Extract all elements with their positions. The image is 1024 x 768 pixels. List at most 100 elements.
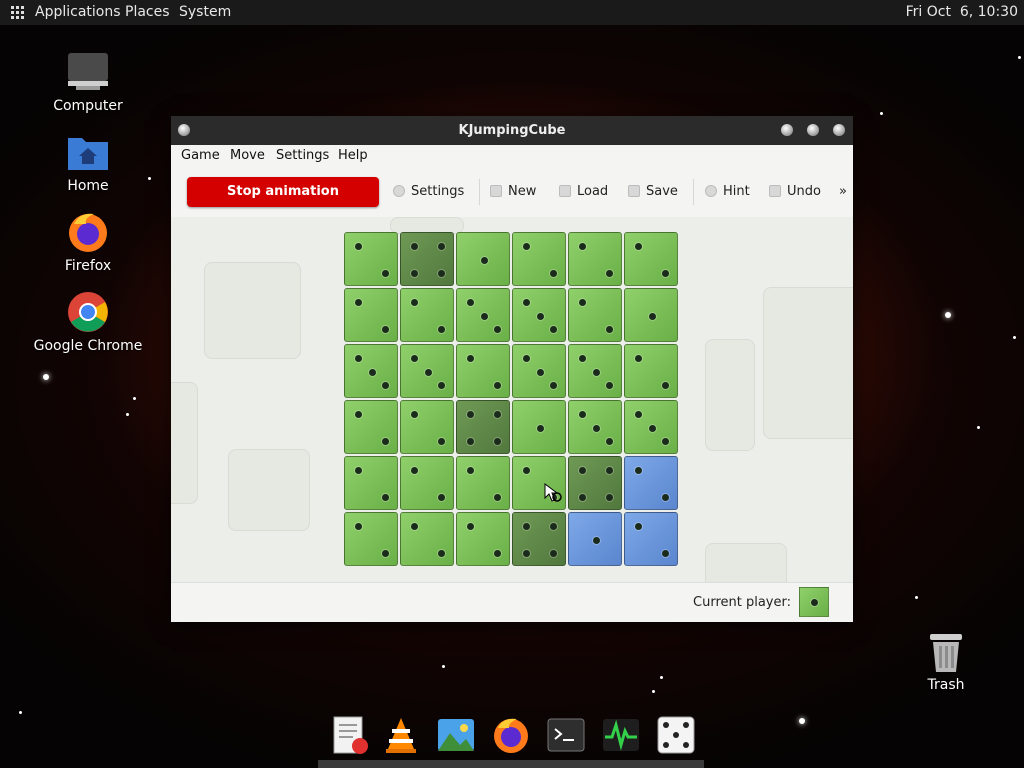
cube-dot [606, 270, 613, 277]
desktop-icon-trash[interactable]: Trash [918, 630, 974, 693]
cube-dot [635, 411, 642, 418]
cube-cell[interactable] [624, 344, 678, 398]
desktop-icon-label: Home [67, 178, 109, 194]
cube-cell[interactable] [512, 288, 566, 342]
cube-cell[interactable] [624, 232, 678, 286]
cube-cell[interactable] [344, 288, 398, 342]
menu-help[interactable]: Help [338, 148, 368, 163]
cube-dot [648, 424, 656, 432]
system-menu[interactable]: System [179, 4, 231, 20]
cube-cell[interactable] [344, 400, 398, 454]
desktop-icon-home[interactable]: Home [33, 130, 143, 194]
cube-dot [438, 550, 445, 557]
cube-cell[interactable] [568, 400, 622, 454]
system-monitor-icon[interactable] [601, 715, 641, 755]
cube-cell[interactable] [624, 288, 678, 342]
cube-dot [606, 494, 613, 501]
save-icon [628, 185, 640, 197]
cube-dot [523, 299, 530, 306]
board-area [171, 217, 853, 582]
cube-dot [438, 438, 445, 445]
settings-button-label: Settings [411, 184, 465, 199]
star [133, 397, 136, 400]
cube-dot [438, 270, 445, 277]
cube-cell[interactable] [400, 288, 454, 342]
load-button[interactable]: Load [559, 184, 608, 199]
clock[interactable]: Fri Oct 6, 10:30 [906, 4, 1018, 20]
cube-cell[interactable] [456, 512, 510, 566]
cube-cell[interactable] [400, 456, 454, 510]
background-decoration [763, 287, 853, 439]
menu-game[interactable]: Game [181, 148, 220, 163]
hint-button[interactable]: Hint [705, 184, 750, 199]
places-menu[interactable]: Places [125, 4, 170, 20]
desktop-icon-firefox[interactable]: Firefox [33, 210, 143, 274]
cube-cell[interactable] [568, 344, 622, 398]
cube-cell[interactable] [512, 344, 566, 398]
star [977, 426, 980, 429]
cube-dot [467, 467, 474, 474]
menu-settings[interactable]: Settings [276, 148, 329, 163]
cube-cell[interactable] [456, 344, 510, 398]
cube-dot [635, 523, 642, 530]
cube-cell[interactable] [456, 288, 510, 342]
cube-cell[interactable] [512, 400, 566, 454]
cube-cell[interactable] [624, 512, 678, 566]
close-icon[interactable] [833, 124, 845, 136]
maximize-icon[interactable] [807, 124, 819, 136]
terminal-icon[interactable] [546, 715, 586, 755]
cube-dot [635, 355, 642, 362]
save-button[interactable]: Save [628, 184, 678, 199]
cube-cell[interactable] [344, 456, 398, 510]
cube-cell[interactable] [456, 456, 510, 510]
save-button-label: Save [646, 184, 678, 199]
text-editor-icon[interactable] [330, 715, 370, 755]
stop-animation-button[interactable]: Stop animation [187, 177, 379, 207]
cube-cell[interactable] [568, 232, 622, 286]
cube-dot [579, 411, 586, 418]
undo-button[interactable]: Undo [769, 184, 821, 199]
cube-cell[interactable] [400, 232, 454, 286]
desktop-icon-google-chrome[interactable]: Google Chrome [33, 290, 143, 354]
cube-cell[interactable] [400, 344, 454, 398]
star [660, 676, 663, 679]
cube-dot [579, 243, 586, 250]
cube-dot [579, 467, 586, 474]
cube-cell[interactable] [400, 512, 454, 566]
cube-cell[interactable] [568, 288, 622, 342]
cube-cell[interactable] [344, 232, 398, 286]
minimize-icon[interactable] [781, 124, 793, 136]
cube-cell[interactable] [624, 456, 678, 510]
cube-cell[interactable] [624, 400, 678, 454]
cube-cell[interactable] [512, 232, 566, 286]
cube-dot [382, 326, 389, 333]
cube-cell[interactable] [568, 512, 622, 566]
apps-grid-icon[interactable] [11, 6, 24, 19]
firefox-icon [66, 210, 110, 254]
cube-cell[interactable] [568, 456, 622, 510]
cube-cell[interactable] [344, 344, 398, 398]
cube-dot [662, 438, 669, 445]
new-button[interactable]: New [490, 184, 536, 199]
star [1013, 336, 1016, 339]
cube-cell[interactable] [400, 400, 454, 454]
window-menu-icon[interactable] [178, 124, 190, 136]
cube-dot [494, 382, 501, 389]
desktop-icon-computer[interactable]: Computer [33, 50, 143, 114]
firefox-dock-icon[interactable] [491, 715, 531, 755]
applications-menu[interactable]: Applications [35, 4, 121, 20]
image-viewer-icon[interactable] [436, 715, 476, 755]
menu-move[interactable]: Move [230, 148, 265, 163]
cube-cell[interactable] [456, 400, 510, 454]
cube-dot [411, 355, 418, 362]
cube-cell[interactable] [512, 512, 566, 566]
cube-cell[interactable] [456, 232, 510, 286]
top-panel: Applications Places System Fri Oct 6, 10… [0, 0, 1024, 25]
settings-button[interactable]: Settings [393, 184, 464, 199]
vlc-icon[interactable] [381, 715, 421, 755]
toolbar-overflow-button[interactable]: » [839, 184, 847, 199]
cube-cell[interactable] [344, 512, 398, 566]
dice-game-icon[interactable] [656, 715, 696, 755]
trash-icon [926, 630, 966, 674]
window-titlebar[interactable]: KJumpingCube [171, 116, 853, 145]
